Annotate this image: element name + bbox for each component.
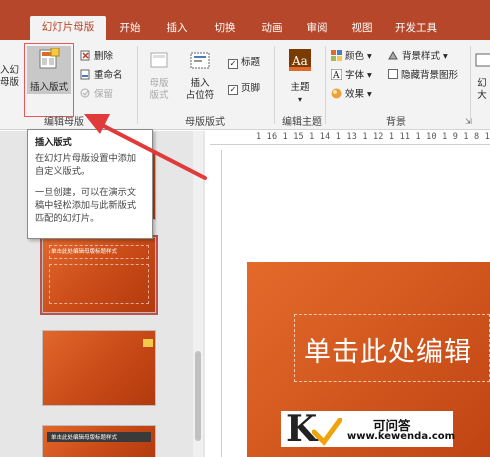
watermark-url: www.kewenda.com bbox=[347, 431, 456, 442]
watermark-check-icon bbox=[312, 418, 342, 446]
annotation-arrow-icon bbox=[84, 114, 207, 180]
